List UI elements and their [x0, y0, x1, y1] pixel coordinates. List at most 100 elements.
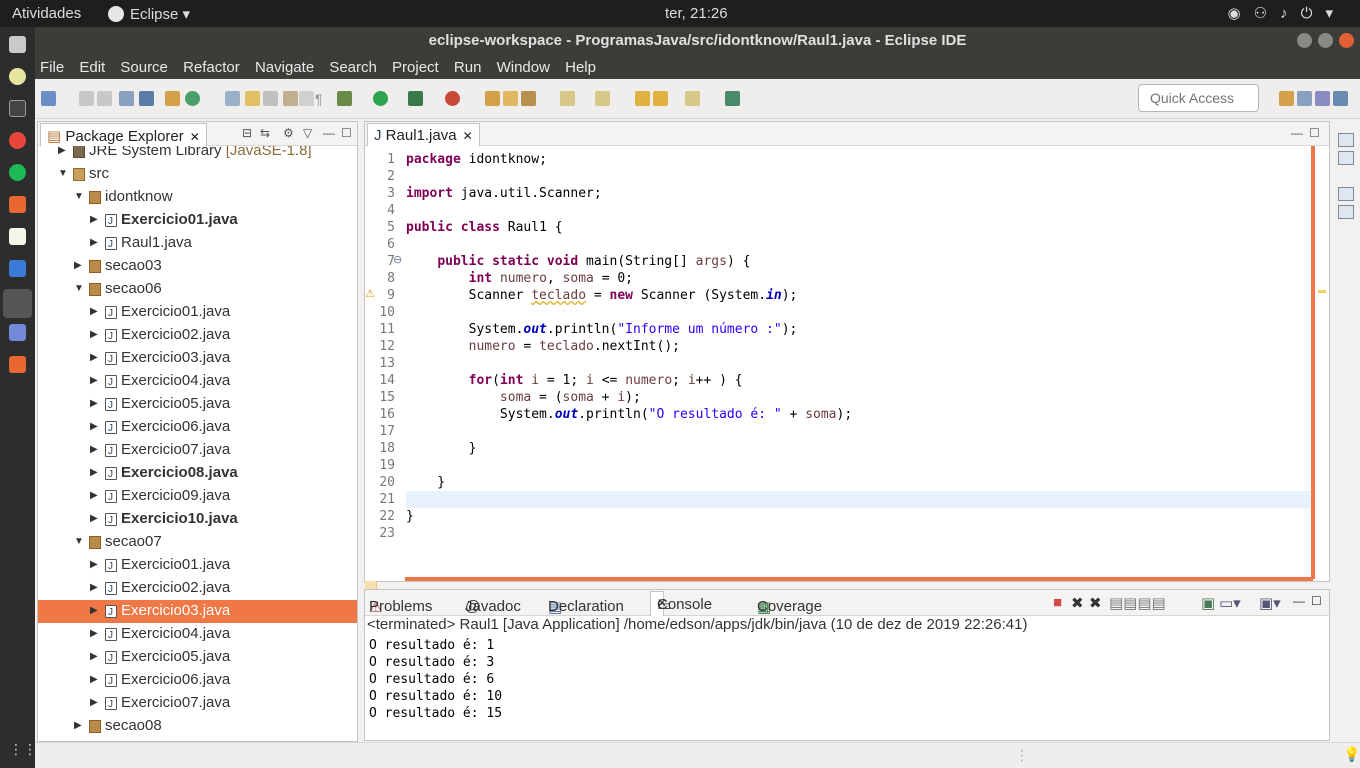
- tree-item[interactable]: ▶ secao08: [38, 715, 357, 738]
- tab-console[interactable]: ▭ Console ✕: [650, 591, 712, 616]
- spotify-icon[interactable]: [9, 164, 26, 181]
- tree-item[interactable]: ▶ Exercicio06.java: [38, 416, 357, 440]
- clock[interactable]: ter, 21:26: [665, 5, 728, 22]
- activities-button[interactable]: Atividades: [12, 5, 81, 22]
- expand-arrow-icon[interactable]: ▶: [90, 347, 102, 369]
- forward-icon[interactable]: [685, 91, 700, 106]
- tree-item[interactable]: ▶ Exercicio05.java: [38, 393, 357, 417]
- minimize-panel-icon[interactable]: —: [1293, 594, 1305, 608]
- expand-arrow-icon[interactable]: ▶: [90, 646, 102, 668]
- expand-arrow-icon[interactable]: ▶: [90, 439, 102, 461]
- tree-item[interactable]: ▶ secao03: [38, 255, 357, 278]
- tweaks-icon[interactable]: [9, 68, 26, 85]
- debug-perspective-icon[interactable]: [1315, 91, 1330, 106]
- close-icon[interactable]: ✕: [190, 130, 200, 144]
- code-line[interactable]: [406, 355, 1314, 372]
- code-line[interactable]: soma = (soma + i);: [406, 389, 1314, 406]
- files-icon[interactable]: [9, 36, 26, 53]
- java-perspective-icon[interactable]: [1333, 91, 1348, 106]
- overview-ruler[interactable]: [1315, 146, 1329, 581]
- menu-project[interactable]: Project: [392, 55, 439, 76]
- tree-item[interactable]: ▶ Exercicio07.java: [38, 439, 357, 463]
- code-line[interactable]: [406, 168, 1314, 185]
- build-icon[interactable]: [165, 91, 180, 106]
- tip-icon[interactable]: 💡: [1343, 746, 1360, 763]
- collapse-arrow-icon[interactable]: ▼: [74, 531, 86, 553]
- run-icon[interactable]: [373, 91, 388, 106]
- new-icon[interactable]: [41, 91, 56, 106]
- expand-arrow-icon[interactable]: ▶: [90, 669, 102, 691]
- prev-annotation-icon[interactable]: [595, 91, 610, 106]
- expand-arrow-icon[interactable]: ▶: [90, 324, 102, 346]
- tree-item[interactable]: ▶ Exercicio09.java: [38, 485, 357, 509]
- close-icon[interactable]: ✕: [463, 129, 473, 143]
- open-type-icon[interactable]: [503, 91, 518, 106]
- display-console-icon[interactable]: ▭▾: [1219, 594, 1241, 612]
- code-line[interactable]: for(int i = 1; i <= numero; i++ ) {: [406, 372, 1314, 389]
- tree-item[interactable]: ▶ Raul1.java: [38, 232, 357, 256]
- minimize-editor-icon[interactable]: —: [1291, 126, 1303, 140]
- back-icon[interactable]: [635, 91, 650, 106]
- tree-item[interactable]: ▶ Exercicio07.java: [38, 692, 357, 716]
- maximize-panel-icon[interactable]: ☐: [1311, 594, 1322, 608]
- code-line[interactable]: [406, 525, 1314, 542]
- tree-item[interactable]: ▶ Exercicio05.java: [38, 646, 357, 670]
- terminal-icon[interactable]: [119, 91, 134, 106]
- expand-arrow-icon[interactable]: ▶: [90, 370, 102, 392]
- tree-item[interactable]: ▼ idontknow: [38, 186, 357, 209]
- tree-item[interactable]: ▶ JRE System Library [JavaSE-1.8]: [38, 146, 357, 163]
- restore-icon[interactable]: [1338, 133, 1354, 147]
- document-viewer-icon[interactable]: [9, 260, 26, 277]
- warning-icon[interactable]: ⚠: [365, 287, 375, 300]
- pin-console-icon[interactable]: ▣: [1201, 594, 1215, 612]
- external-tools-icon[interactable]: [445, 91, 460, 106]
- expand-arrow-icon[interactable]: ▶: [90, 623, 102, 645]
- chrome-icon[interactable]: [9, 132, 26, 149]
- skip-breakpoints-icon[interactable]: [139, 91, 154, 106]
- code-line[interactable]: }: [406, 440, 1314, 457]
- discord-icon[interactable]: ◉: [1228, 5, 1254, 22]
- tree-item[interactable]: ▶ Exercicio02.java: [38, 324, 357, 348]
- java-ee-perspective-icon[interactable]: [1297, 91, 1312, 106]
- tree-item[interactable]: ▶ Exercicio10.java: [38, 508, 357, 532]
- network-icon[interactable]: ⚇: [1254, 5, 1280, 22]
- code-line[interactable]: package idontknow;: [406, 151, 1314, 168]
- expand-arrow-icon[interactable]: ▶: [90, 577, 102, 599]
- power-icon[interactable]: ⏻▾: [1301, 5, 1346, 22]
- minimize-view-icon[interactable]: —: [323, 126, 335, 140]
- maximize-editor-icon[interactable]: ☐: [1309, 126, 1320, 140]
- software-center-icon[interactable]: [9, 196, 26, 213]
- code-line[interactable]: [406, 457, 1314, 474]
- app-dock-icon[interactable]: [9, 356, 26, 373]
- tree-item[interactable]: ▶ Exercicio01.java: [38, 209, 357, 233]
- open-console-icon[interactable]: ▣▾: [1259, 594, 1281, 612]
- expand-arrow-icon[interactable]: ▶: [58, 146, 70, 162]
- code-text[interactable]: package idontknow; import java.util.Scann…: [406, 146, 1314, 581]
- link-editor-icon[interactable]: ⇆: [260, 126, 270, 140]
- tree-item[interactable]: ▶ Exercicio03.java: [38, 347, 357, 371]
- expand-arrow-icon[interactable]: ▶: [90, 301, 102, 323]
- expand-arrow-icon[interactable]: ▶: [90, 462, 102, 484]
- menu-navigate[interactable]: Navigate: [255, 55, 314, 76]
- collapse-all-icon[interactable]: ⊟: [242, 126, 252, 140]
- menu-search[interactable]: Search: [329, 55, 377, 76]
- expand-arrow-icon[interactable]: ▶: [90, 485, 102, 507]
- block-icon[interactable]: [299, 91, 314, 106]
- tree-item[interactable]: ▼ secao06: [38, 278, 357, 301]
- menu-refactor[interactable]: Refactor: [183, 55, 240, 76]
- terminal-icon[interactable]: [9, 100, 26, 117]
- tree-item[interactable]: ▶ Exercicio04.java: [38, 370, 357, 394]
- code-line[interactable]: int numero, soma = 0;: [406, 270, 1314, 287]
- code-line[interactable]: }: [406, 474, 1314, 491]
- expand-arrow-icon[interactable]: ▶: [90, 393, 102, 415]
- minimize-button[interactable]: [1297, 33, 1312, 48]
- code-line[interactable]: numero = teclado.nextInt();: [406, 338, 1314, 355]
- close-button[interactable]: [1339, 33, 1354, 48]
- expand-arrow-icon[interactable]: ▶: [74, 715, 86, 737]
- eclipse-dock-icon[interactable]: [3, 289, 32, 318]
- expand-arrow-icon[interactable]: ▶: [90, 508, 102, 530]
- code-line[interactable]: [406, 202, 1314, 219]
- code-line[interactable]: [406, 236, 1314, 253]
- search-icon[interactable]: [225, 91, 240, 106]
- menu-edit[interactable]: Edit: [79, 55, 105, 76]
